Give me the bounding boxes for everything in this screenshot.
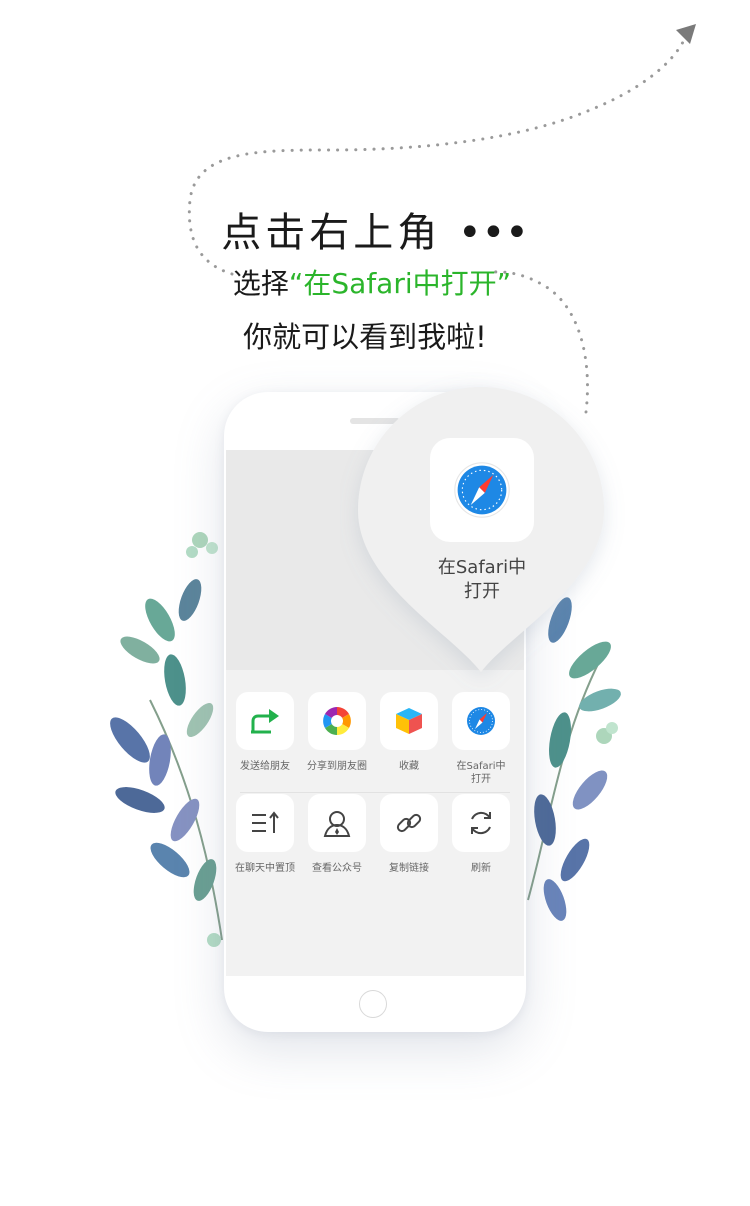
share-item-label: 分享到朋友圈 bbox=[307, 761, 367, 772]
share-item-tile[interactable] bbox=[236, 794, 294, 852]
share-item-label: 在Safari中打开 bbox=[456, 761, 506, 785]
share-item-label: 在聊天中置顶 bbox=[235, 863, 295, 874]
share-item-label: 刷新 bbox=[471, 863, 491, 874]
refresh-icon bbox=[471, 811, 491, 835]
official-account-icon bbox=[323, 811, 351, 837]
share-item-tile[interactable] bbox=[452, 692, 510, 750]
share-item-label: 查看公众号 bbox=[312, 863, 362, 874]
moments-aperture-icon bbox=[323, 707, 351, 735]
safari-compass-icon bbox=[454, 462, 510, 518]
share-item-favorites[interactable]: 收藏 bbox=[373, 692, 445, 773]
magnified-label-line-1: 在Safari中 bbox=[437, 557, 527, 578]
share-item-moments[interactable]: 分享到朋友圈 bbox=[301, 692, 373, 773]
share-arrow-icon bbox=[251, 709, 279, 734]
favorites-cube-icon bbox=[396, 708, 422, 734]
share-item-send-to-friend[interactable]: 发送给朋友 bbox=[229, 692, 301, 773]
share-item-open-in-safari[interactable]: 在Safari中打开 bbox=[445, 692, 517, 786]
home-button[interactable] bbox=[359, 990, 387, 1018]
share-item-tile[interactable] bbox=[236, 692, 294, 750]
share-item-tile[interactable] bbox=[380, 794, 438, 852]
share-item-label: 收藏 bbox=[399, 761, 419, 772]
share-sheet: 发送给朋友 分享到朋友圈 收藏 在Safari中打开 在聊天中置顶 查看公众号 … bbox=[226, 670, 524, 976]
share-row-2: 在聊天中置顶 查看公众号 复制链接 刷新 bbox=[226, 794, 524, 914]
share-item-tile[interactable] bbox=[452, 794, 510, 852]
magnified-label: 在Safari中 打开 bbox=[420, 556, 544, 604]
magnified-safari-tile[interactable] bbox=[430, 438, 534, 542]
share-item-copy-link[interactable]: 复制链接 bbox=[373, 794, 445, 875]
share-item-pin-to-top[interactable]: 在聊天中置顶 bbox=[229, 794, 301, 875]
share-item-label: 复制链接 bbox=[389, 863, 429, 874]
share-item-label: 发送给朋友 bbox=[240, 761, 290, 772]
share-item-tile[interactable] bbox=[380, 692, 438, 750]
share-item-tile[interactable] bbox=[308, 692, 366, 750]
share-item-view-official-account[interactable]: 查看公众号 bbox=[301, 794, 373, 875]
magnified-label-line-2: 打开 bbox=[464, 581, 500, 602]
link-icon bbox=[396, 813, 422, 833]
row-divider bbox=[240, 792, 510, 793]
share-item-refresh[interactable]: 刷新 bbox=[445, 794, 517, 875]
safari-compass-icon bbox=[467, 707, 495, 735]
pin-to-top-icon bbox=[252, 811, 279, 833]
share-item-tile[interactable] bbox=[308, 794, 366, 852]
